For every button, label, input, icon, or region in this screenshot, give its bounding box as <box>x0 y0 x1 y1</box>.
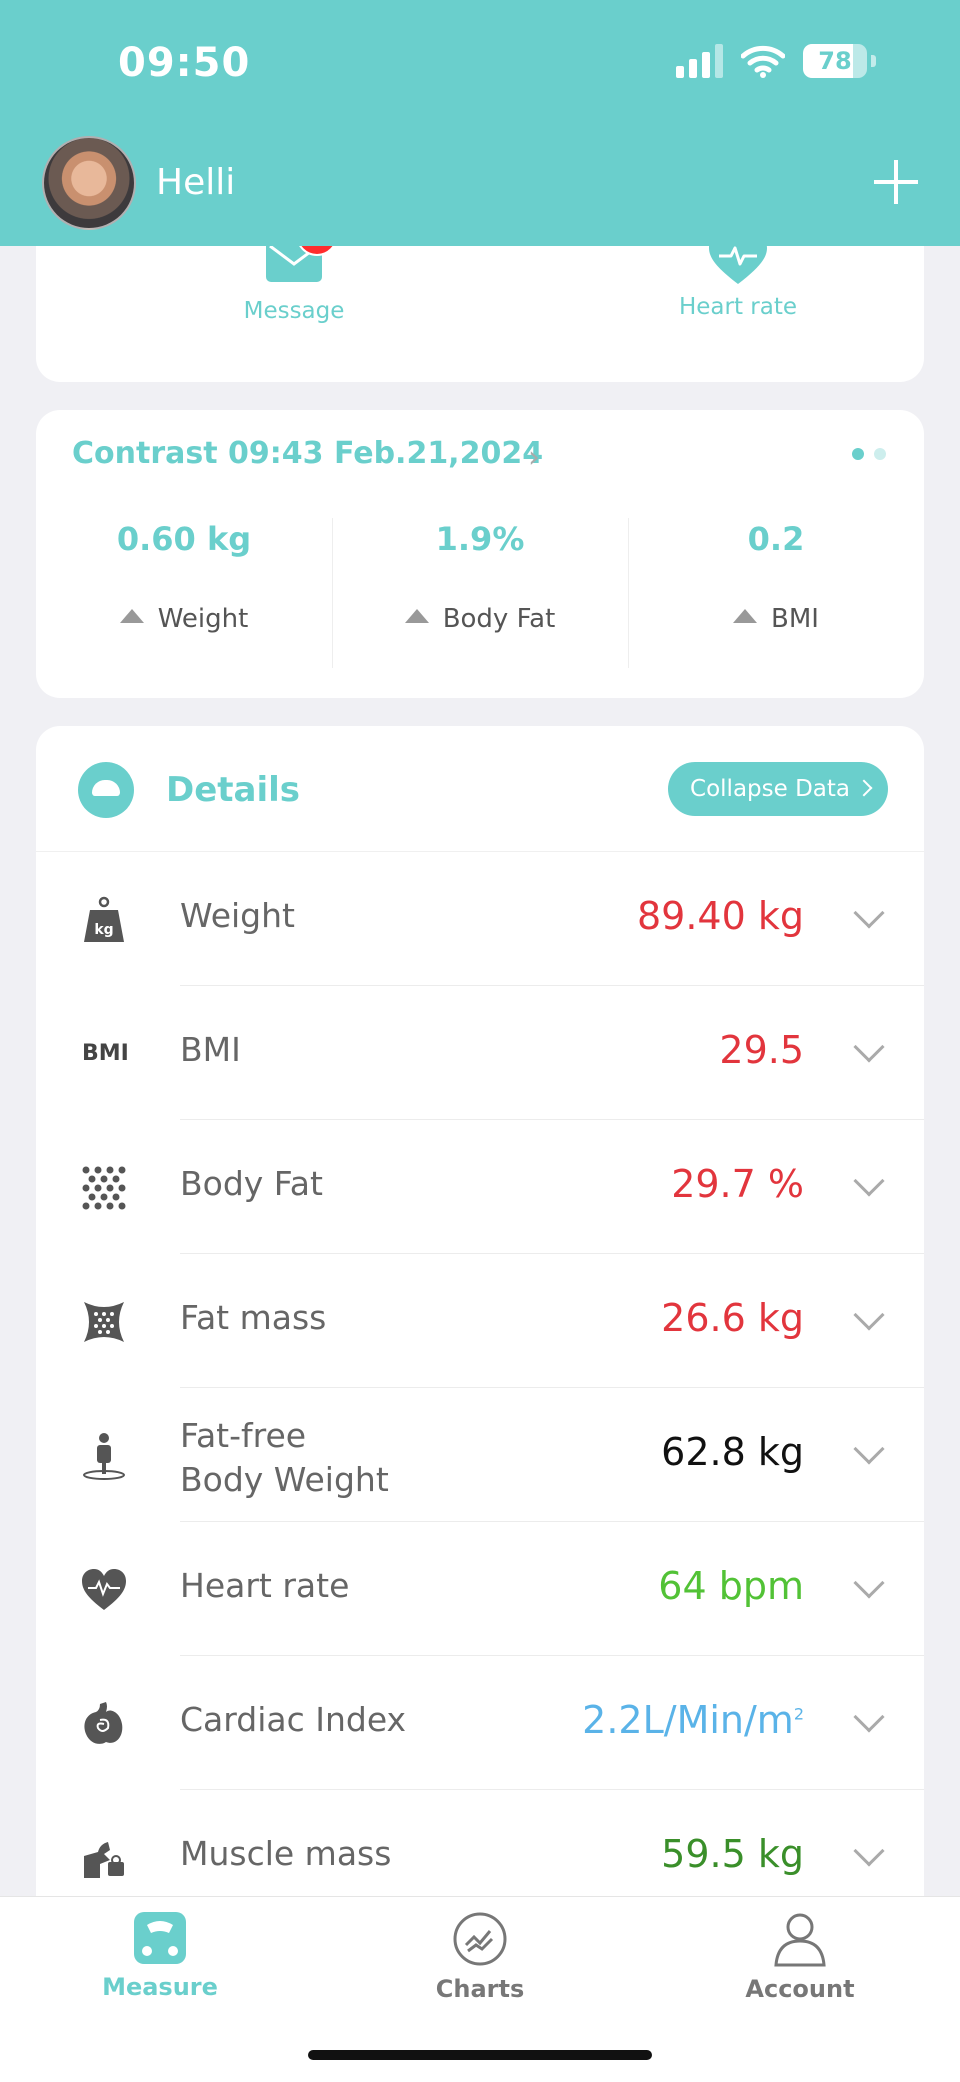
chevron-down-icon[interactable] <box>853 1701 885 1733</box>
detail-row-bmi[interactable]: BMI BMI 29.5 <box>36 986 924 1120</box>
contrast-title[interactable]: Contrast 09:43 Feb.21,2024 <box>72 436 543 471</box>
heart-rate-label: Heart rate <box>678 294 798 320</box>
row-value: 29.5 <box>719 1028 804 1072</box>
weight-kg-icon: kg <box>84 896 124 942</box>
fat-free-weight-icon <box>83 1433 125 1480</box>
trend-up-icon <box>404 609 429 623</box>
add-button[interactable] <box>872 158 920 206</box>
chevron-down-icon[interactable] <box>853 897 885 929</box>
status-time: 09:50 <box>118 40 251 86</box>
bmi-icon: BMI <box>82 1041 129 1066</box>
row-value: 2.2L/Min/m2 <box>582 1698 804 1742</box>
row-label: Heart rate <box>180 1566 350 1605</box>
chevron-down-icon[interactable] <box>853 1299 885 1331</box>
page-dot-active <box>852 448 864 460</box>
cardiac-index-icon <box>84 1702 123 1744</box>
envelope-icon: 3 <box>266 214 338 282</box>
row-label: Weight <box>180 896 295 935</box>
details-card: Details Collapse Data kg Weight 89.40 kg… <box>36 726 924 2026</box>
row-label: Body Fat <box>180 1164 323 1203</box>
tab-account[interactable]: Account <box>700 1911 900 2003</box>
tab-measure[interactable]: Measure <box>60 1911 260 2001</box>
row-label: Fat-free Body Weight <box>180 1416 389 1499</box>
detail-row-heart-rate[interactable]: Heart rate 64 bpm <box>36 1522 924 1656</box>
cellular-signal-icon <box>676 44 723 78</box>
user-name[interactable]: Helli <box>156 162 235 203</box>
page-indicator <box>852 448 886 460</box>
wifi-icon <box>741 45 785 78</box>
status-icons: 78 <box>676 44 876 78</box>
message-button[interactable]: 3 Message <box>144 214 444 324</box>
row-value: 62.8 kg <box>661 1430 804 1474</box>
chevron-right-icon[interactable]: › <box>528 440 540 475</box>
page-dot <box>874 448 886 460</box>
user-icon <box>774 1913 826 1967</box>
heart-rate-button[interactable]: Heart rate <box>588 234 888 320</box>
contrast-body-fat-value: 1.9% <box>435 520 525 558</box>
detail-row-fat-mass[interactable]: Fat mass 26.6 kg <box>36 1254 924 1388</box>
detail-row-weight[interactable]: kg Weight 89.40 kg <box>36 852 924 986</box>
home-indicator <box>308 2050 652 2060</box>
heart-rate-icon <box>82 1569 126 1610</box>
chevron-down-icon[interactable] <box>853 1567 885 1599</box>
svg-text:kg: kg <box>94 922 113 938</box>
contrast-metric-body-fat: 1.9% Body Fat <box>332 520 628 634</box>
scale-gauge-icon <box>78 762 134 818</box>
tab-label: Charts <box>435 1975 525 2003</box>
collapse-data-button[interactable]: Collapse Data <box>668 762 888 816</box>
trend-up-icon <box>733 609 758 623</box>
message-label: Message <box>243 298 345 324</box>
contrast-metric-bmi: 0.2 BMI <box>628 520 924 634</box>
row-label: Cardiac Index <box>180 1700 407 1739</box>
details-title: Details <box>166 770 301 810</box>
detail-row-body-fat[interactable]: Body Fat 29.7 % <box>36 1120 924 1254</box>
scale-icon <box>134 1912 186 1964</box>
contrast-card: Contrast 09:43 Feb.21,2024 › 0.60 kg Wei… <box>36 410 924 698</box>
row-label: BMI <box>180 1030 241 1069</box>
app-header: 09:50 78 Helli <box>0 0 960 246</box>
tab-charts[interactable]: Charts <box>380 1911 580 2003</box>
battery-percent: 78 <box>818 47 852 75</box>
chart-trend-icon <box>453 1912 507 1966</box>
chevron-down-icon[interactable] <box>853 1165 885 1197</box>
muscle-mass-icon <box>84 1842 124 1878</box>
trend-up-icon <box>119 609 144 623</box>
row-label: Fat mass <box>180 1298 327 1337</box>
chevron-down-icon[interactable] <box>853 1031 885 1063</box>
contrast-weight-value: 0.60 kg <box>116 520 252 558</box>
row-value: 59.5 kg <box>661 1832 804 1876</box>
chevron-down-icon[interactable] <box>853 1835 885 1867</box>
contrast-body-fat-label: Body Fat <box>442 604 556 634</box>
row-value: 29.7 % <box>671 1162 804 1206</box>
avatar[interactable] <box>42 136 136 230</box>
contrast-weight-label: Weight <box>157 604 249 634</box>
row-value: 89.40 kg <box>637 894 804 938</box>
tab-label: Measure <box>102 1973 218 2001</box>
row-value: 26.6 kg <box>661 1296 804 1340</box>
detail-row-cardiac-index[interactable]: Cardiac Index 2.2L/Min/m2 <box>36 1656 924 1790</box>
fat-mass-icon <box>84 1302 124 1342</box>
chevron-down-icon[interactable] <box>853 1433 885 1465</box>
contrast-bmi-label: BMI <box>771 604 819 634</box>
body-fat-icon <box>82 1166 126 1210</box>
row-label: Muscle mass <box>180 1834 392 1873</box>
row-value: 64 bpm <box>658 1564 804 1608</box>
detail-row-fat-free-body-weight[interactable]: Fat-free Body Weight 62.8 kg <box>36 1388 924 1522</box>
battery-icon: 78 <box>803 44 867 78</box>
details-header: Details Collapse Data <box>36 726 924 852</box>
contrast-metric-weight: 0.60 kg Weight <box>36 520 332 634</box>
contrast-bmi-value: 0.2 <box>747 520 805 558</box>
tab-label: Account <box>745 1975 855 2003</box>
